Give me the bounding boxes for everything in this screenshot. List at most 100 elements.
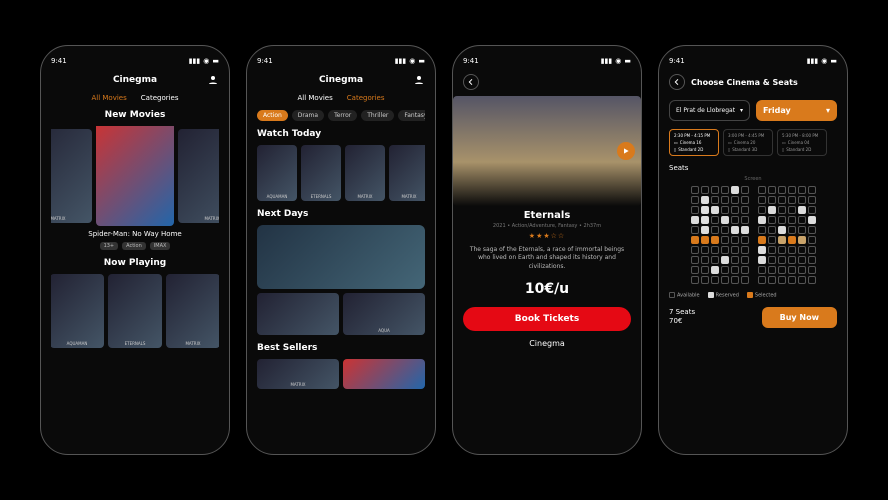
seat[interactable] [758,226,766,234]
poster[interactable]: ETERNALS [301,145,341,201]
seat[interactable] [711,236,719,244]
buy-now-button[interactable]: Buy Now [762,307,837,328]
seat[interactable] [788,256,796,264]
seat[interactable] [711,216,719,224]
seat[interactable] [768,276,776,284]
day-dropdown[interactable]: Friday ▾ [756,100,837,121]
seat[interactable] [788,186,796,194]
seat[interactable] [721,236,729,244]
seat[interactable] [808,196,816,204]
seat[interactable] [798,196,806,204]
seat[interactable] [758,216,766,224]
seat[interactable] [758,266,766,274]
pill-genre[interactable]: Drama [292,110,324,121]
seat[interactable] [778,276,786,284]
seat[interactable] [798,186,806,194]
seat[interactable] [691,196,699,204]
seat[interactable] [808,266,816,274]
tab-all-movies[interactable]: All Movies [297,94,332,102]
seat[interactable] [741,236,749,244]
seat[interactable] [768,206,776,214]
seat[interactable] [691,186,699,194]
seat[interactable] [788,236,796,244]
seat[interactable] [711,256,719,264]
seat[interactable] [691,216,699,224]
seat[interactable] [731,206,739,214]
back-button[interactable] [669,74,685,90]
seat[interactable] [701,186,709,194]
seat[interactable] [731,236,739,244]
seat[interactable] [701,226,709,234]
seat[interactable] [758,246,766,254]
poster-half[interactable] [257,293,339,335]
seat[interactable] [788,196,796,204]
seat[interactable] [798,226,806,234]
seat[interactable] [731,216,739,224]
seat[interactable] [778,226,786,234]
seat[interactable] [741,206,749,214]
seat[interactable] [701,206,709,214]
seat[interactable] [798,276,806,284]
poster-best[interactable] [343,359,425,389]
seat[interactable] [721,256,729,264]
seat[interactable] [711,206,719,214]
seat[interactable] [778,206,786,214]
seat[interactable] [798,236,806,244]
seat[interactable] [788,276,796,284]
seat[interactable] [808,186,816,194]
pill-genre[interactable]: Terror [328,110,357,121]
seat[interactable] [778,196,786,204]
seat[interactable] [778,256,786,264]
seat[interactable] [731,186,739,194]
poster-new[interactable]: MATRIX [178,129,219,223]
seat[interactable] [711,226,719,234]
seat[interactable] [798,256,806,264]
seat[interactable] [798,216,806,224]
seat[interactable] [778,266,786,274]
time-slot[interactable]: 5:30 PM - 8:00 PM ▭Cinema 04 ▯Standard 2… [777,129,827,156]
seat[interactable] [808,216,816,224]
seat[interactable] [691,206,699,214]
seat[interactable] [711,196,719,204]
seat[interactable] [691,256,699,264]
seat[interactable] [778,246,786,254]
poster-now[interactable]: AQUAMAN [51,274,104,348]
book-tickets-button[interactable]: Book Tickets [463,307,631,331]
seat[interactable] [741,196,749,204]
poster-best[interactable]: MATRIX [257,359,339,389]
profile-icon[interactable] [413,74,425,86]
seat[interactable] [721,276,729,284]
seat[interactable] [758,276,766,284]
poster[interactable]: MATRIX [389,145,425,201]
seat[interactable] [808,226,816,234]
seat[interactable] [721,266,729,274]
seat[interactable] [808,276,816,284]
seat[interactable] [808,256,816,264]
seat[interactable] [731,226,739,234]
seat[interactable] [768,186,776,194]
seat[interactable] [701,246,709,254]
seat[interactable] [798,266,806,274]
seat[interactable] [701,256,709,264]
seat[interactable] [721,206,729,214]
seat[interactable] [788,206,796,214]
seat[interactable] [701,266,709,274]
seat[interactable] [778,216,786,224]
seat[interactable] [711,276,719,284]
seat[interactable] [691,226,699,234]
seat[interactable] [768,216,776,224]
seat[interactable] [788,226,796,234]
seat[interactable] [758,206,766,214]
seat[interactable] [778,236,786,244]
seat[interactable] [691,236,699,244]
back-button[interactable] [463,74,479,90]
seat[interactable] [741,186,749,194]
seat[interactable] [788,246,796,254]
seat[interactable] [691,276,699,284]
seat[interactable] [798,246,806,254]
poster[interactable]: MATRIX [345,145,385,201]
seat[interactable] [691,266,699,274]
seat[interactable] [741,276,749,284]
seat[interactable] [731,256,739,264]
seat[interactable] [701,276,709,284]
